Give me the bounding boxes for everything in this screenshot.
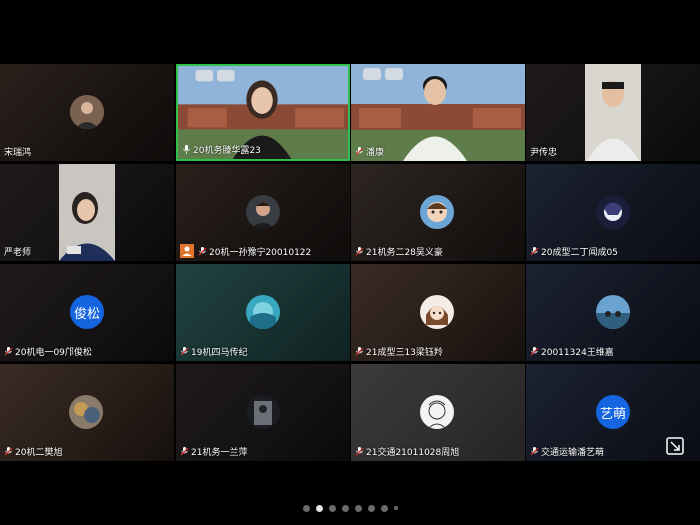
participant-label: 21机务一兰萍 [180,445,346,458]
participant-avatar [420,295,454,329]
microphone-muted-icon [355,247,364,256]
page-dot[interactable] [354,504,362,512]
participant-tile[interactable]: 严老师 [0,164,174,261]
participant-name: 20011324王维嘉 [541,348,614,358]
participant-tile[interactable]: 宋瑞鸿 [0,64,174,161]
participant-grid: 宋瑞鸿 20机务滕华露23 潘康 尹传忠 严老师 20机一孙豫宁20010122… [0,64,700,464]
participant-label: 20011324王维嘉 [530,345,696,358]
participant-label: 21成型三13梁钰羚 [355,345,521,358]
participant-avatar [69,395,103,429]
page-dot[interactable] [302,504,310,512]
participant-tile[interactable]: 21交通21011028周旭 [351,364,525,461]
microphone-muted-icon [180,447,189,456]
participant-tile[interactable]: 20011324王维嘉 [526,264,700,361]
participant-name: 宋瑞鸿 [4,148,32,158]
participant-tile[interactable]: 尹传忠 [526,64,700,161]
participant-avatar [596,295,630,329]
participant-tile[interactable]: 20机二樊旭 [0,364,174,461]
participant-avatar [246,195,280,229]
participant-label: 宋瑞鸿 [4,145,170,158]
participant-name: 19机四马传纪 [191,348,248,358]
participant-tile[interactable]: 潘康 [351,64,525,161]
participant-name: 21机务一兰萍 [191,448,248,458]
microphone-muted-icon [4,447,13,456]
participant-label: 尹传忠 [530,145,696,158]
participant-name: 20机二樊旭 [15,448,63,458]
page-dot[interactable] [393,506,398,510]
participant-tile[interactable]: 20机一孙豫宁20010122 [176,164,350,261]
microphone-muted-icon [355,447,364,456]
participant-tile[interactable]: 20成型二丁闻成05 [526,164,700,261]
participant-label: 20机务滕华露23 [182,143,344,156]
participant-name: 20机电一09邝俊松 [15,348,92,358]
participant-avatar [420,195,454,229]
page-dot[interactable] [367,504,375,512]
participant-text-avatar: 俊松 [70,295,104,329]
participant-tile[interactable]: 俊松 20机电一09邝俊松 [0,264,174,361]
participant-name: 潘康 [366,148,385,158]
participant-avatar [246,395,280,429]
microphone-muted-icon [198,246,207,256]
participant-label: 20机二樊旭 [4,445,170,458]
participant-label: 19机四马传纪 [180,345,346,358]
page-dot[interactable] [380,504,388,512]
participant-text-avatar: 艺萌 [596,395,630,429]
microphone-muted-icon [355,147,364,156]
participant-name: 21交通21011028周旭 [366,448,460,458]
microphone-muted-icon [530,247,539,256]
participant-tile[interactable]: 21机务一兰萍 [176,364,350,461]
participant-tile-active-speaker[interactable]: 20机务滕华露23 [176,64,350,161]
page-dot[interactable] [328,504,336,512]
microphone-muted-icon [530,447,539,456]
participant-tile[interactable]: 19机四马传纪 [176,264,350,361]
participant-avatar [246,295,280,329]
participant-name: 交通运输潘艺萌 [541,448,605,458]
participant-label: 21交通21011028周旭 [355,445,521,458]
microphone-muted-icon [4,347,13,356]
participant-name: 21成型三13梁钰羚 [366,348,443,358]
participant-label: 20机一孙豫宁20010122 [180,244,346,258]
page-indicator[interactable] [0,503,700,513]
microphone-muted-icon [530,347,539,356]
participant-name: 20成型二丁闻成05 [541,248,618,258]
microphone-icon [182,145,191,154]
microphone-muted-icon [355,347,364,356]
participant-avatar [70,95,104,129]
participant-name: 严老师 [4,248,32,258]
participant-name: 20机务滕华露23 [193,146,261,156]
participant-tile[interactable]: 21机务二28吴义豪 [351,164,525,261]
page-dot-active[interactable] [315,504,323,512]
participant-avatar [420,395,454,429]
participant-label: 20成型二丁闻成05 [530,245,696,258]
participant-name: 尹传忠 [530,148,558,158]
participant-label: 严老师 [4,245,170,258]
participant-avatar [596,195,630,229]
participant-label: 潘康 [355,145,521,158]
host-badge-icon [180,244,194,258]
participant-name: 21机务二28吴义豪 [366,248,443,258]
participant-label: 21机务二28吴义豪 [355,245,521,258]
participant-name: 20机一孙豫宁20010122 [209,247,312,258]
participant-label: 20机电一09邝俊松 [4,345,170,358]
microphone-muted-icon [180,347,189,356]
picture-in-picture-icon[interactable] [665,436,685,456]
page-dot[interactable] [341,504,349,512]
participant-tile[interactable]: 21成型三13梁钰羚 [351,264,525,361]
